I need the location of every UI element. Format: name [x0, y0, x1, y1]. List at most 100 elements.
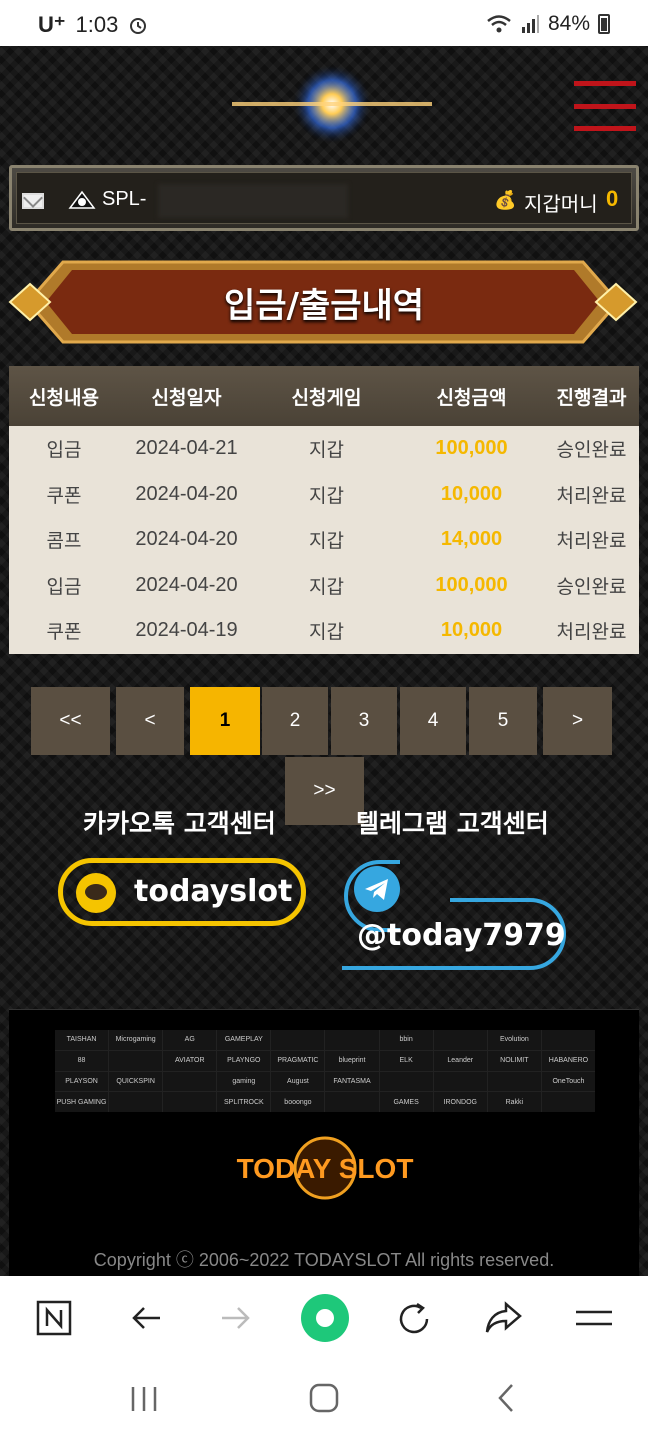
cell-game: 지갑: [309, 530, 344, 553]
provider-logo: IRONDOG: [433, 1092, 487, 1112]
header-type: 신청내용: [29, 386, 99, 409]
redacted-area: [158, 184, 348, 218]
kakao-id[interactable]: todayslot: [134, 874, 292, 909]
browser-toolbar: [0, 1276, 648, 1358]
status-bar: U⁺ 1:03 84%: [0, 0, 648, 46]
forward-arrow-icon[interactable]: [218, 1300, 254, 1336]
menu-icon[interactable]: [574, 1302, 614, 1334]
share-icon[interactable]: [484, 1300, 524, 1336]
coin-icon: 💰: [494, 190, 517, 211]
cell-amount: 10,000: [440, 482, 503, 505]
page-3-button[interactable]: 3: [331, 687, 397, 755]
provider-logo: OneTouch: [541, 1071, 595, 1092]
provider-logo: [541, 1030, 595, 1050]
cell-game: 지갑: [309, 575, 344, 598]
telegram-support-label: 텔레그램 고객센터: [356, 809, 549, 838]
cell-result: 승인완료: [556, 575, 627, 598]
mail-icon[interactable]: [22, 193, 44, 209]
provider-logo: blueprint: [325, 1050, 379, 1071]
copyright-text: Copyright ⓒ 2006~2022 TODAYSLOT All righ…: [93, 1250, 555, 1270]
kakao-support-label: 카카오톡 고객센터: [83, 809, 276, 838]
refresh-icon[interactable]: [395, 1300, 433, 1338]
provider-logo-grid: TAISHAN Microgaming AG GAMEPLAY bbin Evolutio…: [55, 1030, 595, 1112]
cell-amount: 10,000: [440, 619, 503, 642]
user-id: SPL-: [102, 188, 147, 210]
kakao-talk-icon: [76, 873, 116, 913]
cell-game: 지갑: [309, 484, 344, 507]
provider-logo: ELK: [379, 1050, 433, 1071]
cell-type: 쿠폰: [46, 484, 82, 507]
cell-date: 2024-04-20: [135, 482, 238, 505]
cell-date: 2024-04-21: [135, 437, 238, 460]
home-green-icon[interactable]: [299, 1292, 351, 1344]
provider-logo: bbin: [379, 1030, 433, 1050]
provider-logo: FANTASMA: [325, 1071, 379, 1092]
provider-logo: Leander: [433, 1050, 487, 1071]
provider-logo: [433, 1071, 487, 1092]
cell-type: 입금: [46, 439, 82, 462]
provider-logo: QUICKSPIN: [109, 1071, 163, 1092]
provider-logo: [271, 1030, 325, 1050]
wifi-icon: [487, 15, 511, 33]
provider-logo: August: [271, 1071, 325, 1092]
cell-amount: 14,000: [440, 528, 503, 551]
provider-logo: PLAYSON: [55, 1071, 109, 1092]
provider-logo: [325, 1030, 379, 1050]
provider-logo: PRAGMATIC: [271, 1050, 325, 1071]
cell-game: 지갑: [309, 621, 344, 644]
provider-logo: [325, 1092, 379, 1112]
cell-date: 2024-04-19: [135, 619, 238, 642]
footer: TAISHAN Microgaming AG GAMEPLAY bbin Evolutio…: [9, 1009, 639, 1276]
header-game: 신청게임: [291, 386, 362, 409]
provider-logo: gaming: [217, 1071, 271, 1092]
alarm-icon: [130, 18, 147, 34]
carrier-label: U⁺: [38, 12, 66, 37]
page-2-button[interactable]: 2: [262, 687, 328, 755]
page-last-button[interactable]: >>: [285, 757, 364, 825]
cell-result: 처리완료: [556, 530, 627, 553]
provider-logo: Rakki: [487, 1092, 541, 1112]
menu-hamburger-icon[interactable]: [574, 81, 636, 131]
provider-logo: [109, 1092, 163, 1112]
page-next-button[interactable]: >: [543, 687, 612, 755]
provider-logo: HABANERO: [541, 1050, 595, 1071]
page-5-button[interactable]: 5: [469, 687, 537, 755]
provider-logo: TAISHAN: [55, 1030, 109, 1050]
cell-date: 2024-04-20: [135, 573, 238, 596]
page-1-button[interactable]: 1: [190, 687, 260, 755]
provider-logo: [379, 1071, 433, 1092]
clock: 1:03: [75, 12, 119, 37]
table-row: 입금 2024-04-21 지갑 100,000 승인완료: [9, 426, 639, 472]
naver-icon[interactable]: [36, 1300, 72, 1336]
back-arrow-icon[interactable]: [128, 1300, 164, 1336]
recent-apps-icon[interactable]: [128, 1384, 160, 1414]
table-header: 신청내용 신청일자 신청게임 신청금액 진행결과: [9, 366, 639, 426]
provider-logo: PLAYNGO: [217, 1050, 271, 1071]
provider-logo: AG: [163, 1030, 217, 1050]
telegram-id[interactable]: @today7979: [357, 918, 566, 953]
table-row: 입금 2024-04-20 지갑 100,000 승인완료: [9, 563, 639, 609]
provider-logo: SPLITROCK: [217, 1092, 271, 1112]
table-row: 쿠폰 2024-04-20 지갑 10,000 처리완료: [9, 472, 639, 518]
page-prev-button[interactable]: <: [116, 687, 184, 755]
provider-logo: GAMES: [379, 1092, 433, 1112]
home-icon[interactable]: [308, 1382, 340, 1414]
todayslot-logo[interactable]: TODAY SLOT: [235, 1128, 415, 1208]
wallet-money-label: 지갑머니: [524, 192, 598, 216]
user-info-bar: SPL- 💰 지갑머니 0: [9, 165, 639, 231]
battery-percent: 84%: [547, 12, 590, 35]
signal-icon: [521, 15, 539, 33]
back-icon[interactable]: [494, 1382, 518, 1414]
provider-logo: [163, 1092, 217, 1112]
site-logo-flare[interactable]: [232, 54, 432, 154]
page-first-button[interactable]: <<: [31, 687, 110, 755]
provider-logo: [163, 1071, 217, 1092]
table-row: 쿠폰 2024-04-19 지갑 10,000 처리완료: [9, 608, 639, 654]
cell-type: 콤프: [46, 530, 82, 553]
provider-logo: PUSH GAMING: [55, 1092, 109, 1112]
cell-date: 2024-04-20: [135, 528, 238, 551]
page-4-button[interactable]: 4: [400, 687, 466, 755]
brand-text: TODAY SLOT: [237, 1153, 414, 1184]
history-table: 신청내용 신청일자 신청게임 신청금액 진행결과 입금 2024-04-21 지…: [9, 366, 639, 654]
cell-result: 처리완료: [556, 621, 627, 644]
